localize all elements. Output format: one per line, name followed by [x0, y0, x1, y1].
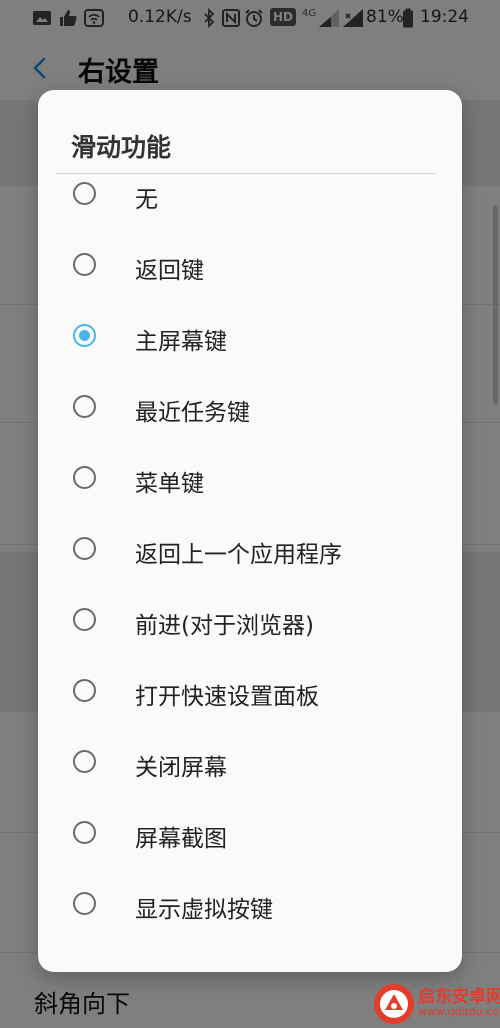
- option-label: 前进(对于浏览器): [135, 613, 314, 639]
- option-forward-browser[interactable]: 前进(对于浏览器): [38, 588, 462, 659]
- radio-button[interactable]: [73, 324, 96, 347]
- radio-button[interactable]: [73, 821, 96, 844]
- option-home-key[interactable]: 主屏幕键: [38, 304, 462, 375]
- option-label: 无: [135, 187, 158, 213]
- radio-button[interactable]: [73, 253, 96, 276]
- option-label: 返回键: [135, 258, 204, 284]
- dialog-title: 滑动功能: [71, 133, 172, 162]
- swipe-function-dialog: 滑动功能 无 返回键 主屏幕键 最近任务键 菜单键 返回上一个应用程序 前进(对…: [38, 90, 462, 972]
- option-label: 打开快速设置面板: [135, 684, 319, 710]
- option-label: 显示虚拟按键: [135, 897, 273, 923]
- radio-button[interactable]: [73, 182, 96, 205]
- option-quick-settings[interactable]: 打开快速设置面板: [38, 659, 462, 730]
- radio-button[interactable]: [73, 679, 96, 702]
- watermark-url: www.qdltdu.com: [418, 1005, 500, 1018]
- option-menu-key[interactable]: 菜单键: [38, 446, 462, 517]
- option-screen-off[interactable]: 关闭屏幕: [38, 730, 462, 801]
- radio-button[interactable]: [73, 750, 96, 773]
- radio-button[interactable]: [73, 466, 96, 489]
- watermark: 启东安卓网 www.qdltdu.com: [370, 980, 500, 1028]
- watermark-name: 启东安卓网: [418, 987, 500, 1007]
- radio-button[interactable]: [73, 892, 96, 915]
- option-back-key[interactable]: 返回键: [38, 233, 462, 304]
- radio-button[interactable]: [73, 395, 96, 418]
- option-label: 屏幕截图: [135, 826, 227, 852]
- option-none[interactable]: 无: [38, 162, 462, 233]
- option-show-navbar[interactable]: 显示虚拟按键: [38, 872, 462, 943]
- option-label: 关闭屏幕: [135, 755, 227, 781]
- watermark-logo-icon: [374, 984, 414, 1024]
- option-list: 无 返回键 主屏幕键 最近任务键 菜单键 返回上一个应用程序 前进(对于浏览器): [38, 162, 462, 943]
- option-label: 主屏幕键: [135, 329, 227, 355]
- option-previous-app[interactable]: 返回上一个应用程序: [38, 517, 462, 588]
- radio-button[interactable]: [73, 537, 96, 560]
- option-label: 最近任务键: [135, 400, 250, 426]
- option-screenshot[interactable]: 屏幕截图: [38, 801, 462, 872]
- option-label: 菜单键: [135, 471, 204, 497]
- option-label: 返回上一个应用程序: [135, 542, 342, 568]
- radio-button[interactable]: [73, 608, 96, 631]
- option-recent-apps-key[interactable]: 最近任务键: [38, 375, 462, 446]
